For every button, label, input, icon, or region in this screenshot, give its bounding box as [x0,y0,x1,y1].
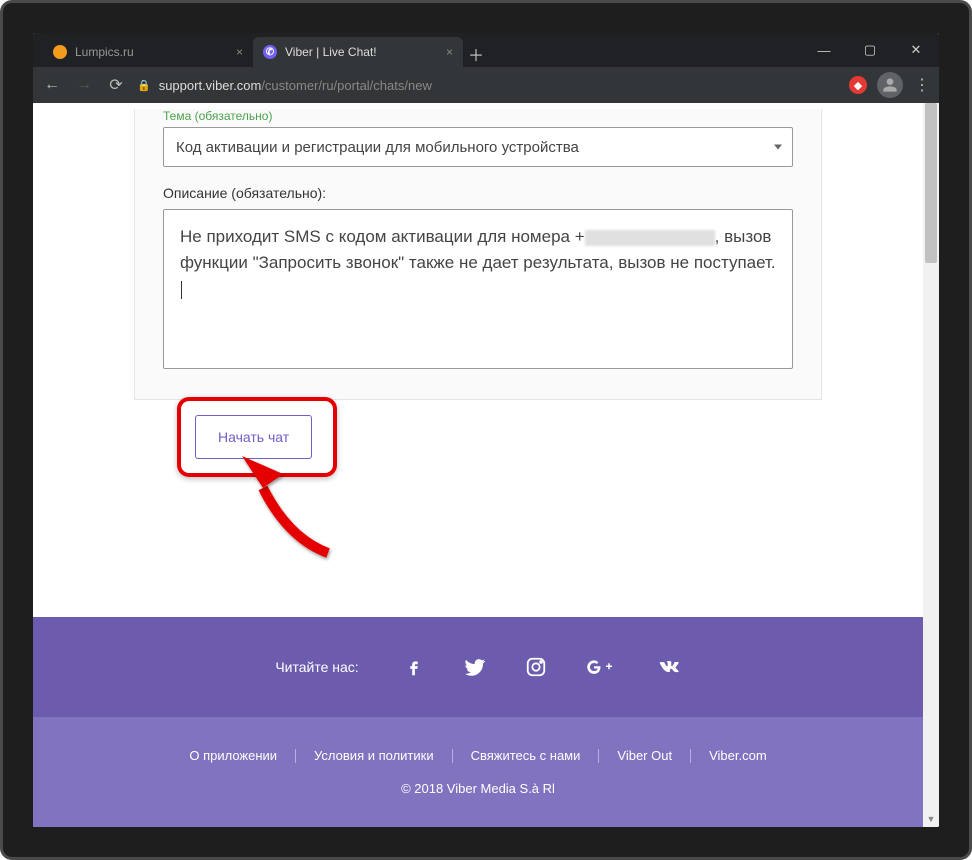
lock-icon: 🔒 [137,79,151,92]
browser-window-frame: Lumpics.ru × ✆ Viber | Live Chat! × ＋ — … [0,0,972,860]
extension-icon[interactable]: ◆ [849,76,867,94]
start-chat-button[interactable]: Начать чат [195,415,312,459]
new-tab-button[interactable]: ＋ [463,41,489,67]
minimize-button[interactable]: — [801,33,847,67]
annotation-arrow [228,448,348,568]
window-controls: — ▢ ✕ [801,33,939,67]
browser-titlebar: Lumpics.ru × ✆ Viber | Live Chat! × ＋ — … [33,33,939,67]
back-button[interactable]: ← [41,76,63,94]
start-chat-label: Начать чат [218,429,289,445]
redacted-phone [585,230,715,246]
forward-button[interactable]: → [73,76,95,94]
footer-link-viber-out[interactable]: Viber Out [601,748,688,763]
close-window-button[interactable]: ✕ [893,33,939,67]
twitter-icon[interactable] [463,655,487,679]
description-textarea[interactable]: Не приходит SMS с кодом активации для но… [163,209,793,369]
footer-read-us: Читайте нас: [275,659,358,675]
footer-link-terms[interactable]: Условия и политики [298,748,450,763]
subject-select[interactable]: Код активации и регистрации для мобильно… [163,127,793,167]
page-content: Тема (обязательно) Код активации и регис… [33,103,939,827]
vk-icon[interactable] [653,656,681,678]
footer-link-contact[interactable]: Свяжитесь с нами [455,748,597,763]
footer-copyright: © 2018 Viber Media S.à Rl [401,781,555,796]
tab-label: Lumpics.ru [75,45,134,59]
footer-bottom: О приложении Условия и политики Свяжитес… [33,717,923,827]
footer-social-bar: Читайте нас: [33,617,923,717]
subject-value: Код активации и регистрации для мобильно… [176,139,579,156]
google-plus-icon[interactable] [585,656,615,678]
text-cursor [181,281,182,299]
favicon-lumpics [53,45,67,59]
tab-lumpics[interactable]: Lumpics.ru × [43,37,253,67]
close-icon[interactable]: × [446,45,453,59]
facebook-icon[interactable] [403,656,425,678]
url-host: support.viber.com [159,78,262,93]
kebab-menu[interactable]: ⋮ [913,75,931,95]
description-text-part1: Не приходит SMS с кодом активации для но… [180,227,585,246]
scroll-thumb[interactable] [925,103,937,263]
profile-avatar[interactable] [877,72,903,98]
instagram-icon[interactable] [525,656,547,678]
page-footer: Читайте нас: [33,617,923,827]
subject-label: Тема (обязательно) [163,109,793,123]
vertical-scrollbar[interactable]: ▲ ▼ [923,103,939,827]
tab-label: Viber | Live Chat! [285,45,377,59]
url-path: /customer/ru/portal/chats/new [261,78,432,93]
maximize-button[interactable]: ▢ [847,33,893,67]
tab-viber[interactable]: ✆ Viber | Live Chat! × [253,37,463,67]
address-bar[interactable]: 🔒 support.viber.com/customer/ru/portal/c… [137,78,839,93]
close-icon[interactable]: × [236,45,243,59]
description-label: Описание (обязательно): [163,185,793,201]
footer-link-about[interactable]: О приложении [173,748,293,763]
reload-button[interactable]: ⟳ [105,75,127,95]
browser-toolbar: ← → ⟳ 🔒 support.viber.com/customer/ru/po… [33,67,939,103]
footer-link-viber-com[interactable]: Viber.com [693,748,783,763]
footer-links: О приложении Условия и политики Свяжитес… [173,748,782,763]
scroll-down-button[interactable]: ▼ [923,811,939,827]
support-form: Тема (обязательно) Код активации и регис… [134,109,822,400]
favicon-viber: ✆ [263,45,277,59]
